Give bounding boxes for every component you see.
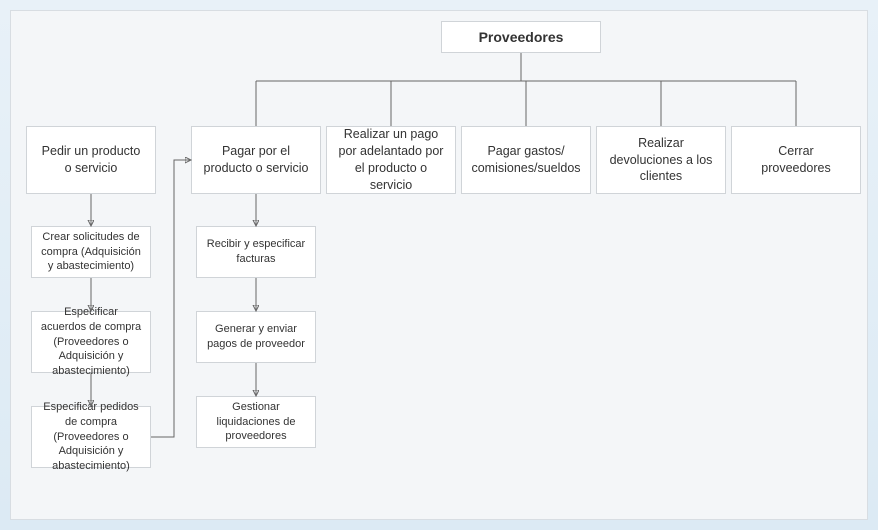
cat-pay-product: Pagar por el producto o servicio: [191, 126, 321, 194]
sub-manage-settlements: Gestionar liquidaciones de proveedores: [196, 396, 316, 448]
diagram-canvas: Proveedores Pedir un producto o servicio…: [0, 0, 878, 530]
sub-specify-agreements: Especificar acuerdos de compra (Proveedo…: [31, 311, 151, 373]
cat-customer-returns: Realizar devoluciones a los clientes: [596, 126, 726, 194]
cat-order-product: Pedir un producto o servicio: [26, 126, 156, 194]
cat-prepay: Realizar un pago por adelantado por el p…: [326, 126, 456, 194]
root-node: Proveedores: [441, 21, 601, 53]
sub-generate-payments: Generar y enviar pagos de proveedor: [196, 311, 316, 363]
sub-specify-orders: Especificar pedidos de compra (Proveedor…: [31, 406, 151, 468]
cat-expenses: Pagar gastos/ comisiones/sueldos: [461, 126, 591, 194]
cat-close-vendors: Cerrar proveedores: [731, 126, 861, 194]
sub-receive-invoices: Recibir y especificar facturas: [196, 226, 316, 278]
sub-create-pr: Crear solicitudes de compra (Adquisición…: [31, 226, 151, 278]
diagram-inner: Proveedores Pedir un producto o servicio…: [10, 10, 868, 520]
